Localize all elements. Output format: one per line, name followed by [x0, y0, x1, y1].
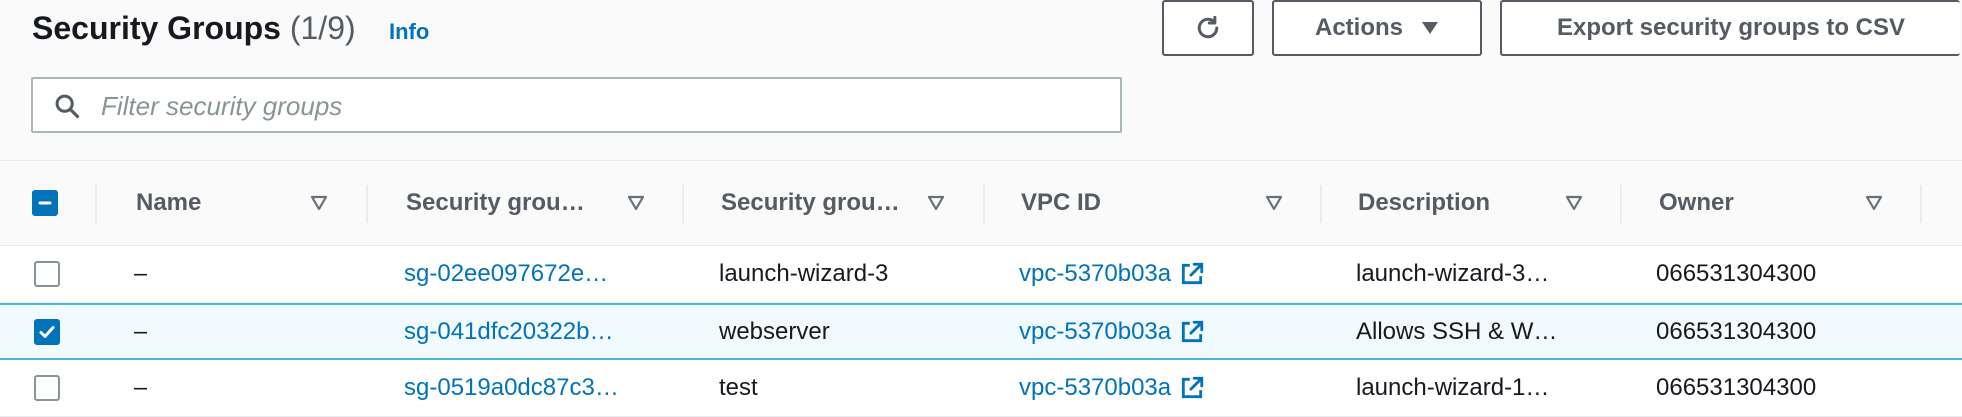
caret-down-icon	[1422, 22, 1438, 34]
cell-owner: 066531304300	[1656, 260, 1817, 287]
export-csv-button[interactable]: Export security groups to CSV	[1500, 0, 1960, 56]
cell-group-name: webserver	[719, 317, 830, 345]
table-row[interactable]: – sg-02ee097672e… launch-wizard-3 vpc-53…	[0, 246, 1962, 303]
column-header-description[interactable]: Description	[1358, 161, 1490, 245]
selection-count: (1/9)	[289, 10, 356, 46]
checkbox-checked-icon	[39, 325, 55, 338]
column-divider	[1620, 185, 1622, 223]
sort-icon[interactable]	[310, 195, 328, 211]
column-divider	[1320, 185, 1322, 223]
cell-description: Allows SSH & W…	[1356, 317, 1558, 345]
export-label: Export security groups to CSV	[1556, 14, 1906, 41]
sort-icon[interactable]	[627, 195, 645, 211]
search-icon	[55, 94, 80, 119]
external-link-icon[interactable]	[1179, 261, 1205, 287]
search-input[interactable]	[99, 85, 1103, 127]
actions-dropdown-button[interactable]: Actions	[1272, 0, 1482, 56]
refresh-icon	[1197, 15, 1219, 39]
sort-icon[interactable]	[1865, 195, 1883, 211]
vpc-id-text: vpc-5370b03a	[1019, 260, 1172, 287]
cell-vpc-id-link[interactable]: vpc-5370b03a	[1019, 360, 1205, 416]
cell-description: launch-wizard-1…	[1356, 374, 1550, 401]
checkbox-indeterminate-icon	[38, 201, 52, 205]
cell-name: –	[134, 260, 148, 287]
column-header-vpc-id[interactable]: VPC ID	[1021, 161, 1101, 245]
cell-vpc-id-link[interactable]: vpc-5370b03a	[1019, 305, 1205, 358]
cell-description: launch-wizard-3…	[1356, 260, 1550, 287]
cell-owner: 066531304300	[1656, 317, 1817, 345]
vpc-id-text: vpc-5370b03a	[1019, 317, 1172, 345]
table-row-selected[interactable]: – sg-041dfc20322b… webserver vpc-5370b03…	[0, 303, 1962, 360]
page-title: Security Groups (1/9)	[32, 10, 356, 47]
cell-group-id-link[interactable]: sg-0519a0dc87c3…	[404, 360, 619, 416]
cell-group-name: launch-wizard-3	[719, 260, 889, 287]
row-checkbox[interactable]	[34, 318, 60, 345]
cell-name: –	[134, 374, 148, 401]
actions-label: Actions	[1314, 14, 1403, 41]
page-title-text: Security Groups	[32, 10, 281, 46]
row-checkbox[interactable]	[34, 375, 60, 401]
cell-owner: 066531304300	[1656, 374, 1817, 401]
column-divider	[682, 185, 684, 223]
column-header-group-id[interactable]: Security grou…	[406, 161, 585, 245]
sort-icon[interactable]	[927, 195, 945, 211]
cell-group-name: test	[719, 374, 758, 401]
info-link[interactable]: Info	[389, 19, 429, 45]
search-box[interactable]	[31, 77, 1122, 133]
table-header: Name Security grou… Security grou… VPC I…	[0, 160, 1962, 246]
sort-icon[interactable]	[1265, 195, 1283, 211]
refresh-button[interactable]	[1162, 0, 1254, 56]
table-row[interactable]: – sg-0519a0dc87c3… test vpc-5370b03a lau…	[0, 360, 1962, 417]
select-all-checkbox[interactable]	[32, 190, 58, 216]
column-divider	[95, 185, 97, 223]
cell-vpc-id-link[interactable]: vpc-5370b03a	[1019, 246, 1205, 302]
column-divider	[1920, 185, 1922, 223]
security-groups-table: Name Security grou… Security grou… VPC I…	[0, 160, 1962, 417]
column-header-name[interactable]: Name	[136, 161, 201, 245]
column-divider	[983, 185, 985, 223]
cell-group-id-link[interactable]: sg-02ee097672e…	[404, 246, 608, 302]
row-checkbox[interactable]	[34, 261, 60, 287]
cell-name: –	[134, 317, 148, 345]
external-link-icon[interactable]	[1179, 319, 1205, 345]
column-header-group-name[interactable]: Security grou…	[721, 161, 900, 245]
column-divider	[366, 185, 368, 223]
sort-icon[interactable]	[1565, 195, 1583, 211]
page-header: Security Groups (1/9) Info Actions Expor…	[0, 0, 1962, 160]
cell-group-id-link[interactable]: sg-041dfc20322b…	[404, 305, 613, 358]
column-header-owner[interactable]: Owner	[1659, 161, 1734, 245]
vpc-id-text: vpc-5370b03a	[1019, 374, 1172, 401]
external-link-icon[interactable]	[1179, 375, 1205, 401]
